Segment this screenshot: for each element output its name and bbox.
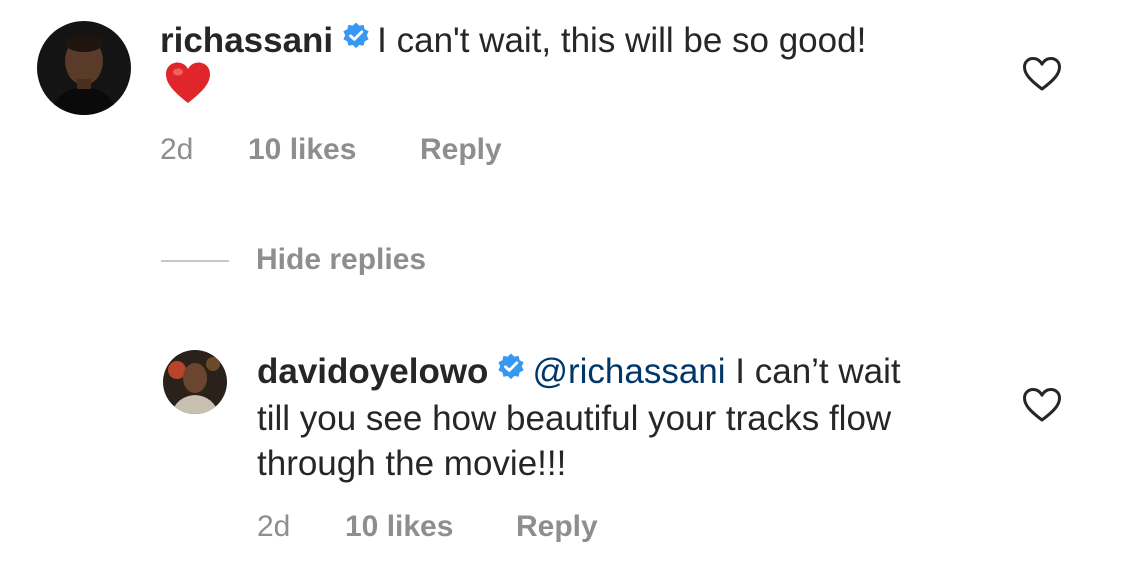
- verified-badge-icon: [341, 17, 371, 62]
- avatar-image: [163, 350, 227, 414]
- likes-count[interactable]: 10 likes: [248, 133, 356, 167]
- comment-username[interactable]: richassani: [160, 21, 333, 60]
- likes-count[interactable]: 10 likes: [345, 510, 453, 544]
- red-heart-emoji: [164, 61, 212, 116]
- mention-link[interactable]: @richassani: [532, 352, 725, 391]
- avatar[interactable]: [163, 350, 227, 414]
- hide-replies-label[interactable]: Hide replies: [256, 240, 426, 280]
- divider-line: [161, 260, 229, 262]
- reply-button[interactable]: Reply: [516, 510, 598, 544]
- comment-username[interactable]: davidoyelowo: [257, 352, 488, 391]
- reply-button[interactable]: Reply: [420, 133, 502, 167]
- avatar[interactable]: [37, 21, 131, 115]
- comment-richassani: richassani I can't wait, this will be so …: [0, 0, 1125, 200]
- like-heart-icon[interactable]: [1022, 56, 1062, 92]
- avatar-image: [37, 21, 131, 115]
- comment-timestamp: 2d: [257, 510, 291, 543]
- comment-text-block: davidoyelowo @richassani I can’t wait til…: [257, 349, 937, 486]
- like-heart-icon[interactable]: [1022, 387, 1062, 423]
- comment-text: I can't wait, this will be so good!: [377, 21, 867, 60]
- comment-timestamp: 2d: [160, 133, 194, 166]
- comment-text-block: richassani I can't wait, this will be so …: [160, 18, 920, 120]
- verified-badge-icon: [496, 348, 526, 393]
- comment-davidoyelowo: davidoyelowo @richassani I can’t wait til…: [0, 340, 1125, 579]
